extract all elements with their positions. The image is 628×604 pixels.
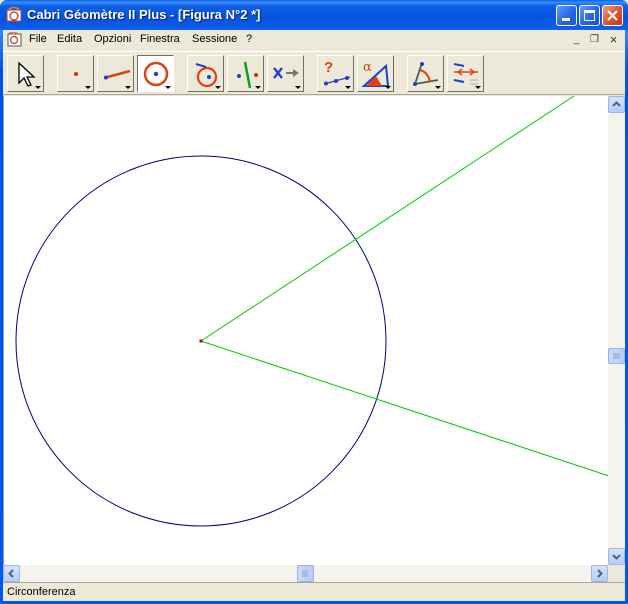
ray-upper[interactable]: [200, 96, 575, 342]
menu-sessione[interactable]: Sessione: [192, 33, 237, 45]
scroll-right-button[interactable]: [591, 565, 608, 582]
scrollbar-corner: [608, 565, 625, 582]
mdi-restore-button[interactable]: ❐: [587, 33, 602, 47]
svg-text:α: α: [363, 60, 372, 75]
grip-icon: [613, 353, 620, 359]
figure-svg: [15, 96, 608, 527]
close-button[interactable]: [602, 5, 623, 26]
scroll-left-button[interactable]: [3, 565, 20, 582]
menu-bar: File Edita Opzioni Finestra Sessione ? _…: [3, 30, 625, 50]
point-tool-button[interactable]: [57, 55, 94, 92]
dropdown-arrow-icon: [165, 86, 171, 89]
cabri-app-icon[interactable]: [6, 7, 23, 23]
maximize-icon: [584, 10, 595, 21]
drawing-tool-button[interactable]: [447, 55, 484, 92]
vertical-scroll-thumb[interactable]: [608, 348, 625, 364]
horizontal-scroll-thumb[interactable]: [297, 565, 314, 582]
center-point[interactable]: [199, 339, 203, 343]
vertical-scrollbar[interactable]: [608, 96, 625, 565]
menu-file[interactable]: File: [29, 33, 47, 45]
transform-tool-button[interactable]: [267, 55, 304, 92]
dropdown-arrow-icon: [215, 86, 221, 89]
app-window: Cabri Géomètre II Plus - [Figura N°2 *] …: [0, 0, 628, 604]
title-bar[interactable]: Cabri Géomètre II Plus - [Figura N°2 *]: [0, 0, 628, 30]
maximize-button[interactable]: [579, 5, 600, 26]
dropdown-arrow-icon: [345, 86, 351, 89]
dropdown-arrow-icon: [85, 86, 91, 89]
status-text: Circonferenza: [7, 586, 76, 598]
menu-finestra[interactable]: Finestra: [140, 33, 180, 45]
dropdown-arrow-icon: [475, 86, 481, 89]
horizontal-scrollbar[interactable]: [3, 565, 608, 582]
scroll-up-button[interactable]: [608, 96, 625, 113]
toolbar: ? α: [3, 51, 625, 95]
client-area: File Edita Opzioni Finestra Sessione ? _…: [3, 30, 625, 601]
grip-icon: [302, 570, 308, 577]
chevron-down-icon: [612, 554, 621, 560]
minimize-button[interactable]: [556, 5, 577, 26]
window-title: Cabri Géomètre II Plus - [Figura N°2 *]: [27, 7, 261, 22]
dropdown-arrow-icon: [255, 86, 261, 89]
menu-edita[interactable]: Edita: [57, 33, 82, 45]
mdi-close-button[interactable]: ×: [606, 33, 621, 47]
close-icon: [607, 10, 618, 21]
display-tool-button[interactable]: [407, 55, 444, 92]
dropdown-arrow-icon: [385, 86, 391, 89]
mdi-minimize-button[interactable]: _: [569, 33, 584, 47]
svg-text:?: ?: [324, 59, 333, 76]
chevron-up-icon: [612, 101, 621, 107]
dropdown-arrow-icon: [435, 86, 441, 89]
dropdown-arrow-icon: [35, 86, 41, 89]
drawing-canvas[interactable]: [3, 96, 608, 565]
circle-tool-button[interactable]: [137, 55, 174, 92]
line-tool-button[interactable]: [97, 55, 134, 92]
construct-tool-button[interactable]: [187, 55, 224, 92]
perpendicular-tool-button[interactable]: [227, 55, 264, 92]
chevron-left-icon: [8, 569, 14, 578]
check-property-tool-button[interactable]: ?: [317, 55, 354, 92]
menu-help[interactable]: ?: [246, 33, 252, 45]
pointer-tool-button[interactable]: [7, 55, 44, 92]
minimize-icon: [562, 18, 570, 21]
dropdown-arrow-icon: [295, 86, 301, 89]
measure-tool-button[interactable]: α: [357, 55, 394, 92]
status-bar: Circonferenza: [3, 582, 625, 601]
chevron-right-icon: [597, 569, 603, 578]
document-icon[interactable]: [7, 32, 23, 48]
ray-lower[interactable]: [200, 340, 608, 477]
menu-opzioni[interactable]: Opzioni: [94, 33, 131, 45]
scroll-down-button[interactable]: [608, 548, 625, 565]
dropdown-arrow-icon: [125, 86, 131, 89]
